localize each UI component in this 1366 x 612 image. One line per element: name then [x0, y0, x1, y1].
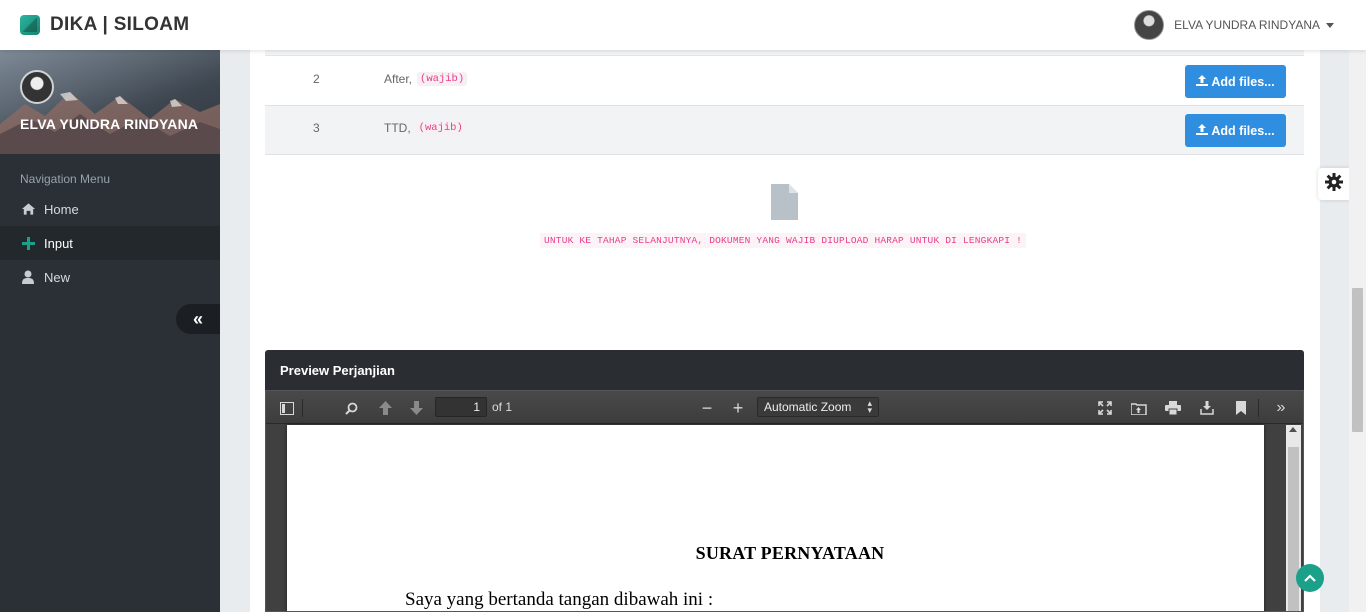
next-page-icon[interactable]	[407, 399, 425, 417]
table-row: 3 TTD, (wajib) Add files...	[265, 106, 1304, 155]
user-icon	[20, 269, 36, 285]
download-icon[interactable]	[1198, 399, 1216, 417]
row-number: 2	[313, 72, 320, 86]
scrollbar-thumb[interactable]	[1288, 447, 1299, 611]
page-scrollbar[interactable]	[1349, 0, 1366, 612]
plus-icon	[20, 235, 36, 251]
avatar	[20, 70, 54, 104]
sidebar-item-input[interactable]: Input	[0, 226, 220, 260]
sidebar-profile: ELVA YUNDRA RINDYANA	[0, 50, 220, 154]
brand[interactable]: DIKA | SILOAM	[20, 14, 189, 36]
presentation-mode-icon[interactable]	[1096, 399, 1114, 417]
row-number: 3	[313, 121, 320, 135]
add-files-button[interactable]: Add files...	[1185, 114, 1286, 147]
sidebar-toggle-icon[interactable]	[278, 399, 296, 417]
upload-icon	[1196, 123, 1209, 138]
required-tag: (wajib)	[417, 72, 468, 86]
pdf-toolbar: 1 of 1 − + Automatic Zoom ▴ ▾ »	[266, 391, 1303, 424]
required-tag: (wajib)	[415, 121, 466, 135]
add-files-label: Add files...	[1211, 74, 1275, 89]
zoom-select[interactable]: Automatic Zoom ▴ ▾	[757, 397, 879, 417]
sidebar-item-label: Home	[44, 201, 79, 217]
gear-icon	[1325, 172, 1343, 196]
add-files-button[interactable]: Add files...	[1185, 65, 1286, 98]
sidebar-item-label: Input	[44, 235, 73, 251]
brand-title: DIKA | SILOAM	[50, 14, 190, 35]
bookmark-icon[interactable]	[1232, 399, 1250, 417]
scroll-up-arrow-icon[interactable]	[1289, 427, 1297, 432]
toolbar-divider	[302, 399, 303, 417]
upload-icon	[1196, 74, 1209, 89]
pdf-page: SURAT PERNYATAAN Saya yang bertanda tang…	[287, 425, 1264, 611]
toolbar-divider	[1258, 399, 1259, 417]
chevron-down-icon	[1326, 22, 1334, 28]
double-chevron-left-icon: «	[192, 308, 203, 329]
search-icon[interactable]	[342, 399, 360, 417]
scroll-to-top-button[interactable]	[1296, 564, 1324, 592]
open-file-icon[interactable]	[1130, 399, 1148, 417]
row-label-text: After,	[384, 72, 413, 86]
print-icon[interactable]	[1164, 399, 1182, 417]
sidebar-collapse-button[interactable]: «	[176, 304, 220, 334]
tools-menu-icon[interactable]: »	[1272, 399, 1290, 417]
sidebar-item-home[interactable]: Home	[0, 192, 220, 226]
table-row: 2 After, (wajib) Add files...	[265, 57, 1304, 106]
brand-logo-icon	[20, 15, 40, 35]
sidebar-item-label: New	[44, 269, 71, 285]
select-arrows-icon: ▴ ▾	[867, 398, 872, 415]
settings-button[interactable]	[1318, 168, 1350, 200]
previous-page-icon[interactable]	[376, 399, 394, 417]
nav-heading: Navigation Menu	[20, 172, 111, 186]
file-icon	[771, 184, 798, 225]
profile-name: ELVA YUNDRA RINDYANA	[20, 116, 199, 132]
page-count: of 1	[492, 400, 513, 414]
page-number-input[interactable]: 1	[435, 397, 487, 417]
zoom-out-icon[interactable]: −	[698, 398, 716, 418]
sidebar: ELVA YUNDRA RINDYANA Navigation Menu Hom…	[0, 50, 220, 612]
document-text: Saya yang bertanda tangan dibawah ini :	[405, 589, 714, 610]
add-files-label: Add files...	[1211, 123, 1275, 138]
row-label: TTD, (wajib)	[384, 121, 466, 135]
home-icon	[20, 201, 36, 217]
user-name: ELVA YUNDRA RINDYANA	[1174, 18, 1320, 32]
row-label: After, (wajib)	[384, 72, 468, 86]
zoom-in-icon[interactable]: +	[729, 398, 747, 418]
row-label-text: TTD,	[384, 121, 411, 135]
preview-title: Preview Perjanjian	[265, 350, 1304, 390]
upload-notice: UNTUK KE TAHAP SELANJUTNYA, DOKUMEN YANG…	[540, 233, 1026, 248]
document-title: SURAT PERNYATAAN	[695, 543, 885, 563]
pdf-viewer[interactable]: 1 of 1 − + Automatic Zoom ▴ ▾ » SURAT PE…	[265, 390, 1304, 612]
user-menu[interactable]: ELVA YUNDRA RINDYANA	[1134, 10, 1334, 40]
main-content: 2 After, (wajib) Add files... 3 TTD, (wa…	[250, 50, 1320, 612]
table-row	[265, 50, 1304, 56]
sidebar-item-new[interactable]: New	[0, 260, 220, 294]
top-navbar: DIKA | SILOAM ELVA YUNDRA RINDYANA	[0, 0, 1366, 50]
chevron-up-icon	[1304, 569, 1316, 587]
avatar	[1134, 10, 1165, 40]
zoom-select-value: Automatic Zoom	[764, 400, 852, 414]
scrollbar-thumb[interactable]	[1352, 288, 1363, 432]
